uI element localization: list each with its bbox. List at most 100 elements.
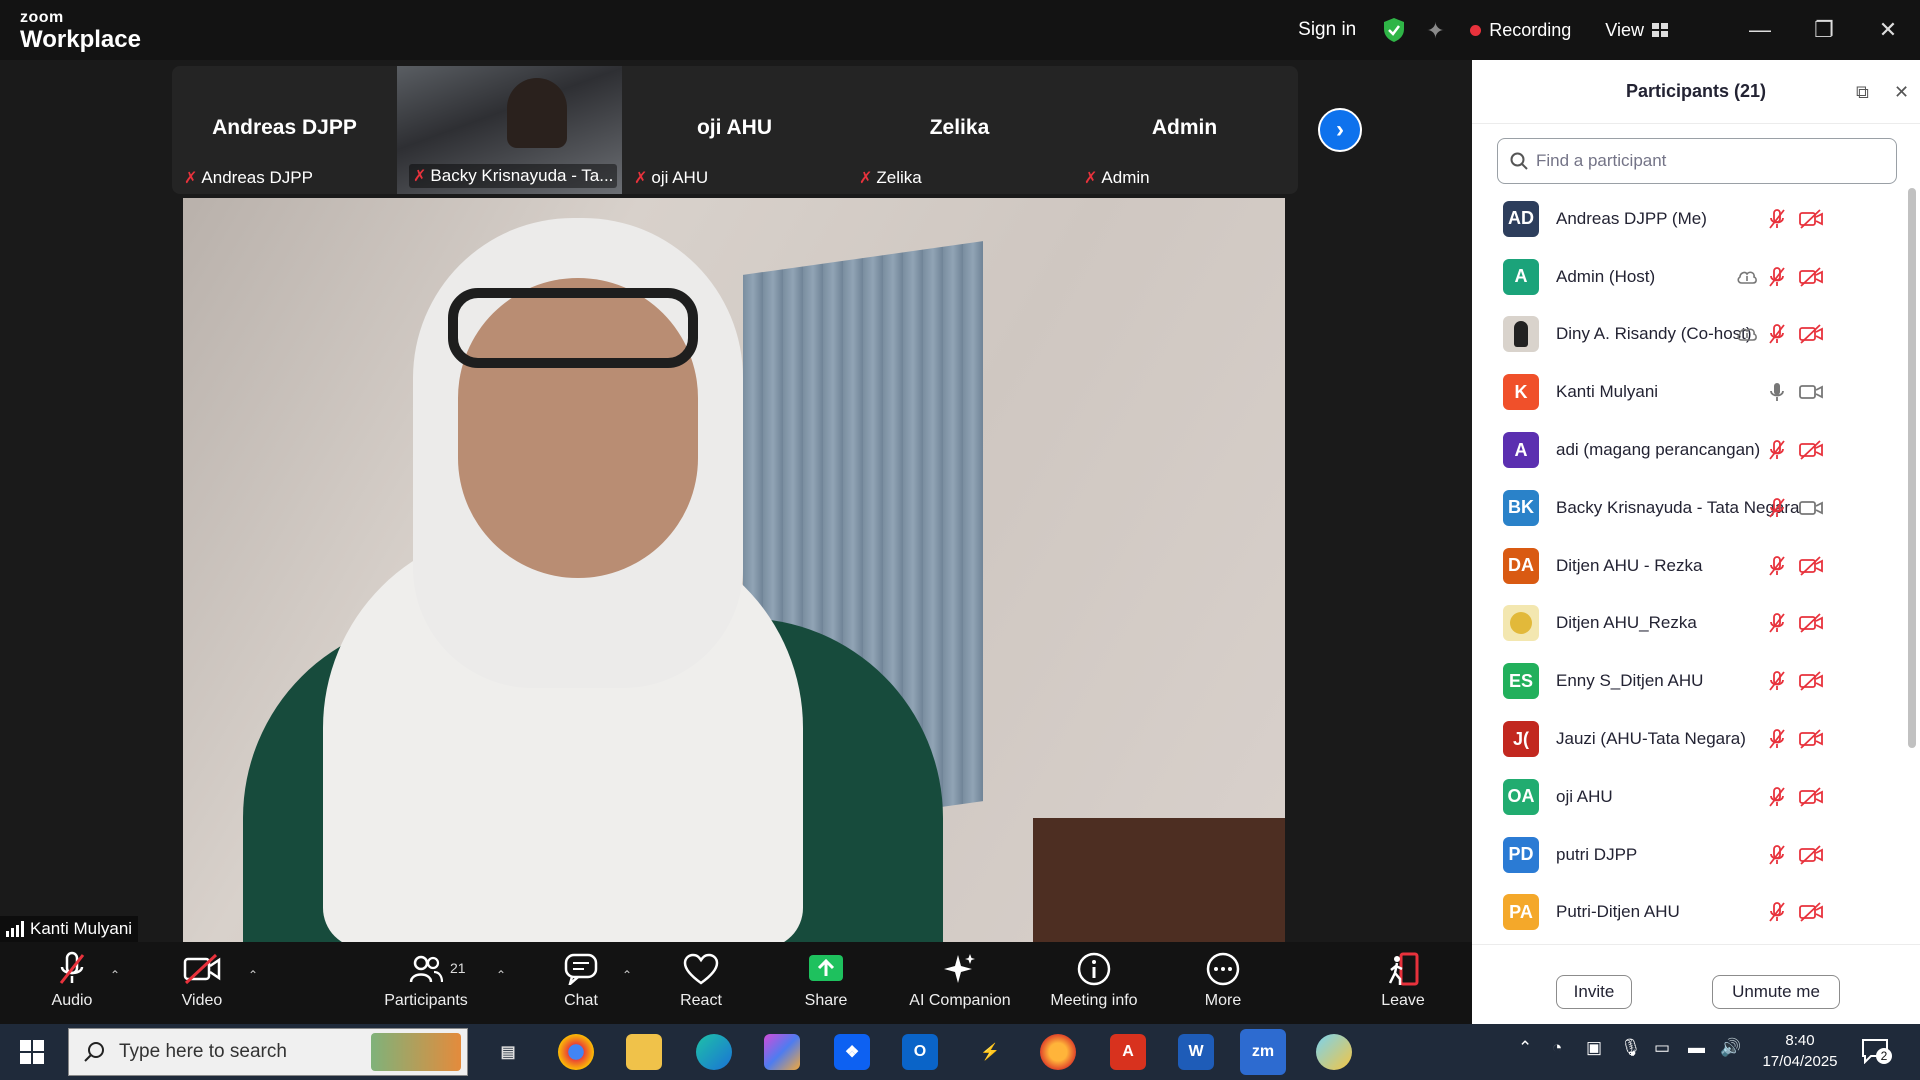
leave-button[interactable]: Leave [1343, 950, 1463, 1020]
dropbox-icon[interactable]: ❖ [834, 1034, 870, 1070]
sign-in-link[interactable]: Sign in [1298, 19, 1356, 41]
grid-icon[interactable] [1652, 23, 1668, 37]
mic-muted-icon[interactable] [1764, 670, 1790, 692]
mic-muted-icon[interactable] [1764, 901, 1790, 923]
windows-start-icon[interactable] [20, 1040, 44, 1064]
word-icon[interactable]: W [1178, 1034, 1214, 1070]
participant-search-input[interactable] [1536, 151, 1876, 171]
camera-off-icon[interactable] [1798, 266, 1824, 288]
share-button[interactable]: Share [766, 950, 886, 1020]
camera-off-icon[interactable] [1798, 728, 1824, 750]
recording-label[interactable]: Recording [1489, 20, 1571, 41]
participant-row[interactable]: PD putri DJPP [1472, 826, 1912, 884]
participant-row[interactable]: AD Andreas DJPP (Me) [1472, 190, 1912, 248]
zoom-taskbar-icon[interactable]: zm [1240, 1029, 1286, 1075]
thumbnail-tile[interactable]: Andreas DJPP ✗ Andreas DJPP [172, 66, 397, 194]
audio-options-caret-icon[interactable]: ⌃ [110, 968, 120, 982]
react-button[interactable]: React [641, 950, 761, 1020]
audio-button[interactable]: Audio [12, 950, 132, 1020]
camera-icon[interactable] [1798, 497, 1824, 519]
camera-icon[interactable] [1798, 381, 1824, 403]
camera-off-icon[interactable] [1798, 844, 1824, 866]
camera-off-icon[interactable] [1798, 612, 1824, 634]
mic-icon[interactable] [1764, 381, 1790, 403]
video-options-caret-icon[interactable]: ⌃ [248, 968, 258, 982]
invite-button[interactable]: Invite [1556, 975, 1632, 1009]
mic-muted-icon[interactable] [1764, 497, 1790, 519]
acrobat-icon[interactable]: A [1110, 1034, 1146, 1070]
participant-row[interactable]: PA Putri-Ditjen AHU [1472, 884, 1912, 940]
mic-muted-icon[interactable] [1764, 208, 1790, 230]
taskbar-clock[interactable]: 8:40 17/04/2025 [1762, 1030, 1838, 1072]
participant-row[interactable]: Aadi (magang perancangan) [1472, 421, 1912, 479]
camera-off-icon[interactable] [1798, 670, 1824, 692]
firefox-icon[interactable] [1040, 1034, 1076, 1070]
participant-row[interactable]: A Admin (Host) [1472, 248, 1912, 306]
thumbnail-tile[interactable]: Admin ✗ Admin [1072, 66, 1297, 194]
next-page-button[interactable]: › [1318, 108, 1362, 152]
participant-row[interactable]: J(Jauzi (AHU-Tata Negara) [1472, 710, 1912, 768]
mic-muted-icon[interactable] [1764, 612, 1790, 634]
shield-icon[interactable] [1382, 17, 1406, 43]
share-screen-icon [809, 955, 843, 981]
outlook-icon[interactable]: O [902, 1034, 938, 1070]
thumbnail-tile[interactable]: Zelika ✗ Zelika [847, 66, 1072, 194]
file-explorer-icon[interactable] [626, 1034, 662, 1070]
more-dots-icon [1206, 952, 1240, 986]
camera-off-icon[interactable] [1798, 323, 1824, 345]
display-tray-icon[interactable]: ▭ [1654, 1038, 1670, 1058]
participant-row[interactable]: K Kanti Mulyani [1472, 363, 1912, 421]
ai-companion-button[interactable]: AI Companion [900, 950, 1020, 1020]
close-panel-icon[interactable]: ✕ [1894, 82, 1909, 103]
network-icon[interactable]: ◔ [1552, 1038, 1562, 1058]
participants-button[interactable]: Participants [366, 950, 486, 1020]
camera-off-icon[interactable] [1798, 555, 1824, 577]
participant-row[interactable]: OA oji AHU [1472, 768, 1912, 826]
mic-muted-icon[interactable] [1764, 844, 1790, 866]
task-view-icon[interactable]: ▤ [490, 1034, 526, 1070]
chat-options-caret-icon[interactable]: ⌃ [622, 968, 632, 982]
restore-button[interactable]: ❐ [1792, 0, 1856, 60]
mic-muted-icon[interactable] [1764, 266, 1790, 288]
thumbnail-tile[interactable]: oji AHU ✗ oji AHU [622, 66, 847, 194]
notification-center-icon[interactable]: 2 [1860, 1036, 1892, 1066]
edge-icon[interactable] [696, 1034, 732, 1070]
participant-list-scrollbar[interactable] [1908, 188, 1916, 748]
participant-row[interactable]: BK Backy Krisnayuda - Tata Negara [1472, 479, 1912, 537]
participants-options-caret-icon[interactable]: ⌃ [496, 968, 506, 982]
participant-row[interactable]: Ditjen AHU_Rezka [1472, 595, 1912, 653]
participant-row[interactable]: Diny A. Risandy (Co-host) [1472, 306, 1912, 364]
pop-out-icon[interactable]: ⧉ [1856, 82, 1869, 103]
camera-off-icon[interactable] [1798, 208, 1824, 230]
volume-icon[interactable]: 🔊 [1720, 1038, 1741, 1058]
close-window-button[interactable]: ✕ [1856, 0, 1920, 60]
mic-muted-icon[interactable] [1764, 323, 1790, 345]
ai-sparkle-icon[interactable]: ✦ [1426, 18, 1450, 43]
unmute-me-button[interactable]: Unmute me [1712, 975, 1840, 1009]
camera-off-icon[interactable] [1798, 786, 1824, 808]
battery-icon[interactable]: ▬ [1688, 1038, 1705, 1058]
mic-muted-icon[interactable] [1764, 786, 1790, 808]
mic-muted-icon[interactable] [1764, 439, 1790, 461]
paint-icon[interactable] [1316, 1034, 1352, 1070]
thumbnail-tile-video[interactable]: ✗ Backy Krisnayuda - Ta... [397, 66, 622, 194]
camera-off-icon[interactable] [1798, 439, 1824, 461]
mic-muted-icon[interactable] [1764, 555, 1790, 577]
chrome-icon[interactable] [558, 1034, 594, 1070]
copilot-icon[interactable] [764, 1034, 800, 1070]
meet-now-icon[interactable]: ▣ [1586, 1038, 1602, 1058]
view-button[interactable]: View [1605, 20, 1644, 41]
taskbar-search[interactable]: Type here to search [68, 1028, 468, 1076]
minimize-button[interactable]: — [1728, 0, 1792, 60]
meeting-info-button[interactable]: Meeting info [1034, 950, 1154, 1020]
microphone-tray-icon[interactable]: 🎙 [1620, 1038, 1642, 1058]
tray-chevron-icon[interactable]: ⌃ [1518, 1038, 1532, 1058]
lightning-app-icon[interactable]: ⚡ [972, 1034, 1008, 1070]
video-button[interactable]: Video [142, 950, 262, 1020]
mic-muted-icon[interactable] [1764, 728, 1790, 750]
camera-off-icon[interactable] [1798, 901, 1824, 923]
participant-row[interactable]: DA Ditjen AHU - Rezka [1472, 537, 1912, 595]
participant-row[interactable]: ES Enny S_Ditjen AHU [1472, 652, 1912, 710]
chat-button[interactable]: Chat [521, 950, 641, 1020]
more-button[interactable]: More [1163, 950, 1283, 1020]
